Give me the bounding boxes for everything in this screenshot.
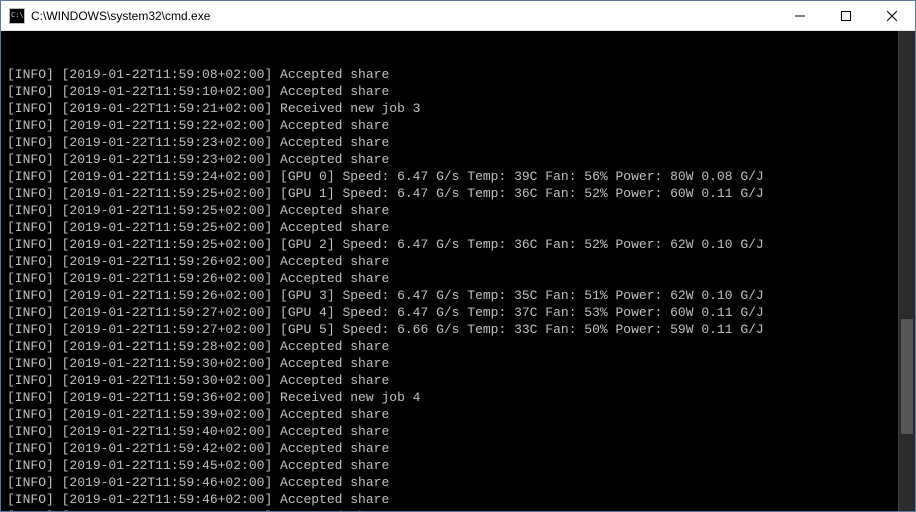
- scrollbar-thumb[interactable]: [901, 319, 913, 434]
- vertical-scrollbar[interactable]: [898, 31, 915, 511]
- titlebar[interactable]: C:\ C:\WINDOWS\system32\cmd.exe: [1, 1, 915, 31]
- cmd-app-icon: C:\: [9, 8, 25, 24]
- log-line: [INFO] [2019-01-22T11:59:42+02:00] Accep…: [7, 440, 909, 457]
- log-line: [INFO] [2019-01-22T11:59:36+02:00] Recei…: [7, 389, 909, 406]
- console-output[interactable]: [INFO] [2019-01-22T11:59:08+02:00] Accep…: [1, 31, 915, 511]
- log-line: [INFO] [2019-01-22T11:59:26+02:00] Accep…: [7, 253, 909, 270]
- log-line: [INFO] [2019-01-22T11:59:22+02:00] Accep…: [7, 117, 909, 134]
- log-line: [INFO] [2019-01-22T11:59:25+02:00] [GPU …: [7, 236, 909, 253]
- log-line: [INFO] [2019-01-22T11:59:49+02:00] Accep…: [7, 508, 909, 511]
- log-line: [INFO] [2019-01-22T11:59:27+02:00] [GPU …: [7, 321, 909, 338]
- log-line: [INFO] [2019-01-22T11:59:46+02:00] Accep…: [7, 474, 909, 491]
- log-line: [INFO] [2019-01-22T11:59:45+02:00] Accep…: [7, 457, 909, 474]
- log-line: [INFO] [2019-01-22T11:59:27+02:00] [GPU …: [7, 304, 909, 321]
- log-line: [INFO] [2019-01-22T11:59:25+02:00] Accep…: [7, 219, 909, 236]
- log-line: [INFO] [2019-01-22T11:59:08+02:00] Accep…: [7, 66, 909, 83]
- close-button[interactable]: [869, 1, 915, 31]
- log-line: [INFO] [2019-01-22T11:59:28+02:00] Accep…: [7, 338, 909, 355]
- log-line: [INFO] [2019-01-22T11:59:25+02:00] Accep…: [7, 202, 909, 219]
- minimize-button[interactable]: [777, 1, 823, 31]
- cmd-window: C:\ C:\WINDOWS\system32\cmd.exe [INFO] […: [0, 0, 916, 512]
- log-line: [INFO] [2019-01-22T11:59:10+02:00] Accep…: [7, 83, 909, 100]
- log-line: [INFO] [2019-01-22T11:59:25+02:00] [GPU …: [7, 185, 909, 202]
- log-line: [INFO] [2019-01-22T11:59:40+02:00] Accep…: [7, 423, 909, 440]
- log-line: [INFO] [2019-01-22T11:59:46+02:00] Accep…: [7, 491, 909, 508]
- log-line: [INFO] [2019-01-22T11:59:30+02:00] Accep…: [7, 372, 909, 389]
- maximize-button[interactable]: [823, 1, 869, 31]
- log-line: [INFO] [2019-01-22T11:59:26+02:00] [GPU …: [7, 287, 909, 304]
- log-line: [INFO] [2019-01-22T11:59:23+02:00] Accep…: [7, 134, 909, 151]
- svg-text:C:\: C:\: [11, 11, 24, 19]
- log-line: [INFO] [2019-01-22T11:59:23+02:00] Accep…: [7, 151, 909, 168]
- log-line: [INFO] [2019-01-22T11:59:39+02:00] Accep…: [7, 406, 909, 423]
- window-title: C:\WINDOWS\system32\cmd.exe: [31, 9, 210, 23]
- log-line: [INFO] [2019-01-22T11:59:26+02:00] Accep…: [7, 270, 909, 287]
- log-line: [INFO] [2019-01-22T11:59:24+02:00] [GPU …: [7, 168, 909, 185]
- log-line: [INFO] [2019-01-22T11:59:30+02:00] Accep…: [7, 355, 909, 372]
- log-line: [INFO] [2019-01-22T11:59:21+02:00] Recei…: [7, 100, 909, 117]
